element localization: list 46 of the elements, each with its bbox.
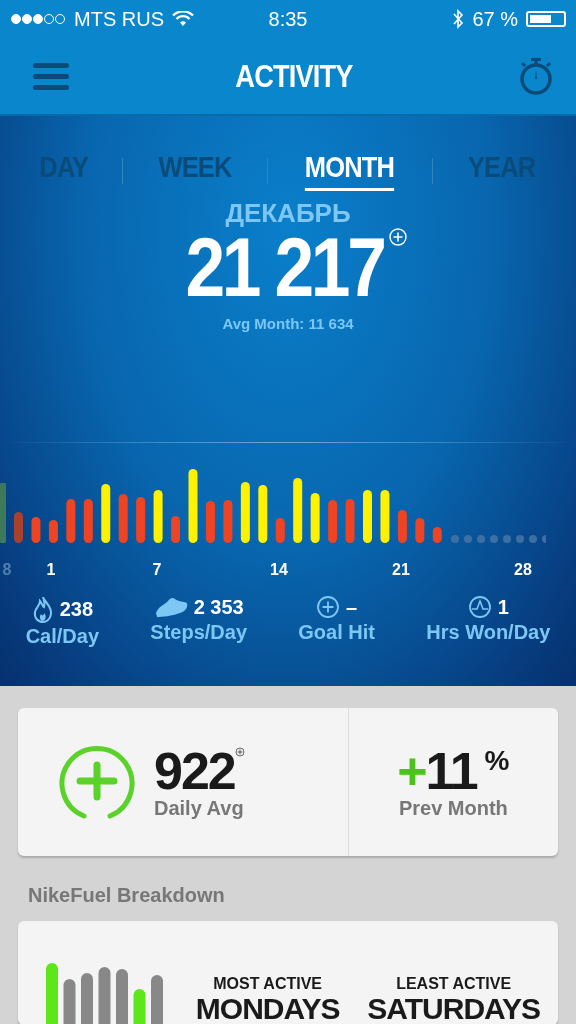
- average-text: Avg Month: 11 634: [222, 315, 354, 332]
- shoe-icon: [153, 595, 188, 619]
- carrier-name: MTS RUS: [74, 7, 164, 31]
- plus-ring-icon: [58, 745, 136, 819]
- screen-title: ACTIVITY: [235, 57, 353, 95]
- change-sign: +: [397, 744, 426, 797]
- change-label: Prev Month: [398, 796, 508, 820]
- stat-label: Goal Hit: [298, 621, 375, 644]
- daily-average-label: Daily Avg: [154, 796, 245, 820]
- change-value: 11: [425, 744, 477, 797]
- period-tab[interactable]: MONTH: [305, 150, 395, 191]
- stat-label: Hrs Won/Day: [426, 621, 551, 644]
- stat-value: 2 353: [193, 595, 244, 619]
- month-name: ДЕКАБРЬ: [225, 199, 351, 227]
- battery-icon: [526, 11, 566, 27]
- day-label: 28: [514, 561, 532, 579]
- wifi-icon: [172, 11, 194, 27]
- stat-value: –: [346, 595, 358, 619]
- flame-icon: [31, 595, 54, 623]
- menu-button[interactable]: [32, 60, 70, 92]
- day-label: 1: [46, 561, 56, 579]
- plus-circle-icon: [388, 227, 409, 247]
- bluetooth-icon: [452, 9, 465, 29]
- day-label: 8: [2, 561, 12, 579]
- stat-value: 238: [59, 597, 93, 621]
- least-active-caption: LEAST ACTIVE: [396, 975, 512, 993]
- day-label: 14: [270, 561, 288, 579]
- most-active-caption: MOST ACTIVE: [213, 975, 322, 993]
- day-label: 7: [152, 561, 162, 579]
- daily-average-value: 922: [154, 744, 235, 797]
- battery-percent: 67 %: [472, 7, 518, 31]
- section-heading: NikeFuel Breakdown: [28, 884, 226, 907]
- least-active-day: SATURDAYS: [367, 993, 540, 1024]
- signal-icon: [10, 13, 66, 25]
- stat-value: 1: [497, 595, 509, 619]
- pulse-circle-icon: [467, 595, 492, 619]
- stat-label: Cal/Day: [25, 625, 99, 648]
- day-label: 21: [392, 561, 410, 579]
- period-tab[interactable]: WEEK: [158, 150, 232, 191]
- plus-circle-icon: [234, 746, 245, 757]
- percent-sign: %: [484, 744, 510, 777]
- most-active-day: MONDAYS: [195, 993, 340, 1024]
- plus-circle-icon: [316, 595, 341, 619]
- stat-label: Steps/Day: [150, 621, 247, 644]
- status-time: 8:35: [268, 7, 308, 31]
- stopwatch-button[interactable]: [518, 57, 554, 95]
